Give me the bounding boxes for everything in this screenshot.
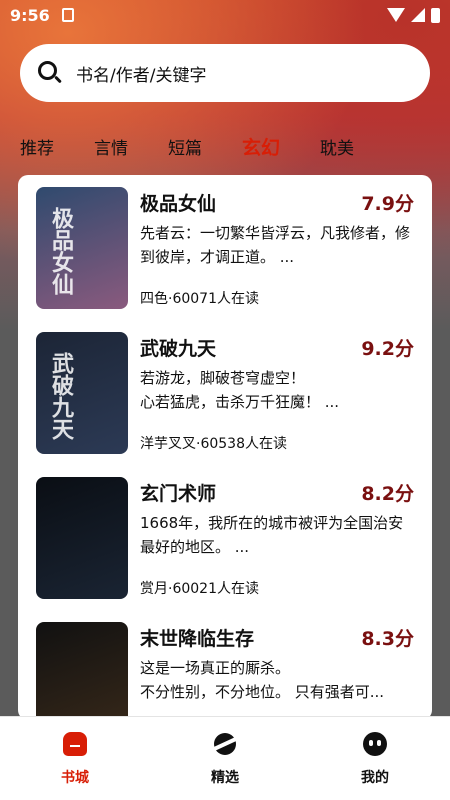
search-input[interactable]: 书名/作者/关键字 [76, 61, 206, 86]
book-item[interactable]: 末世降临生存 8.3分 这是一场真正的厮杀。 不分性别，不分地位。 只有强者可.… [18, 610, 432, 720]
nav-label: 书城 [61, 770, 89, 786]
tab-short[interactable]: 短篇 [168, 134, 202, 159]
book-title[interactable]: 武破九天 [140, 334, 216, 361]
nav-bookstore[interactable]: 书城 [0, 717, 150, 800]
book-title[interactable]: 极品女仙 [140, 189, 216, 216]
book-description: 若游龙，脚破苍穹虚空！ 心若猛虎，击杀万千狂魔！ ... [140, 369, 340, 411]
book-cover[interactable] [36, 477, 128, 599]
nav-featured[interactable]: 精选 [150, 717, 300, 800]
search-bar[interactable]: 书名/作者/关键字 [20, 44, 430, 102]
notification-icon [61, 8, 74, 22]
book-cover[interactable]: 武破九天 [36, 332, 128, 454]
planet-icon [212, 731, 238, 757]
book-title[interactable]: 末世降临生存 [140, 624, 254, 651]
status-time: 9:56 [10, 5, 50, 25]
book-meta: 洋芋叉叉·60538人在读 [140, 436, 287, 452]
book-item[interactable]: 极品女仙 极品女仙 7.9分 先者云：一切繁华皆浮云，凡我修者，修到彼岸，才调正… [18, 175, 432, 320]
status-bar: 9:56 [0, 0, 450, 30]
home-icon [62, 731, 88, 757]
book-cover[interactable] [36, 622, 128, 720]
tab-fantasy[interactable]: 玄幻 [242, 133, 280, 160]
search-icon [38, 61, 62, 85]
book-meta: 赏月·60021人在读 [140, 581, 259, 597]
nav-label: 精选 [211, 770, 239, 786]
category-tabs: 推荐 言情 短篇 玄幻 耽美 [0, 130, 450, 162]
cover-title-art: 武破九天 [48, 352, 73, 440]
book-description: 这是一场真正的厮杀。 不分性别，不分地位。 只有强者可... [140, 659, 385, 701]
bottom-navigation: 书城 精选 我的 [0, 716, 450, 800]
cellular-icon [411, 8, 425, 22]
book-meta: 四色·60071人在读 [140, 291, 259, 307]
wifi-icon [387, 8, 405, 22]
book-list: 极品女仙 极品女仙 7.9分 先者云：一切繁华皆浮云，凡我修者，修到彼岸，才调正… [18, 175, 432, 720]
tab-danmei[interactable]: 耽美 [320, 134, 354, 159]
nav-mine[interactable]: 我的 [300, 717, 450, 800]
book-description: 先者云：一切繁华皆浮云，凡我修者，修到彼岸，才调正道。 ... [140, 224, 411, 266]
book-score: 7.9分 [361, 193, 414, 215]
book-item[interactable]: 玄门术师 8.2分 1668年，我所在的城市被评为全国治安最好的地区。 ... … [18, 465, 432, 610]
tab-romance[interactable]: 言情 [94, 134, 128, 159]
book-cover[interactable]: 极品女仙 [36, 187, 128, 309]
book-score: 8.2分 [361, 483, 414, 505]
book-score: 9.2分 [361, 338, 414, 360]
profile-icon [362, 731, 388, 757]
book-title[interactable]: 玄门术师 [140, 479, 216, 506]
book-description: 1668年，我所在的城市被评为全国治安最好的地区。 ... [140, 514, 404, 556]
book-item[interactable]: 武破九天 武破九天 9.2分 若游龙，脚破苍穹虚空！ 心若猛虎，击杀万千狂魔！ … [18, 320, 432, 465]
battery-icon [431, 7, 440, 23]
nav-label: 我的 [361, 770, 389, 786]
status-indicators [387, 7, 440, 23]
tab-recommend[interactable]: 推荐 [20, 134, 54, 159]
cover-title-art: 极品女仙 [48, 207, 73, 295]
book-score: 8.3分 [361, 628, 414, 650]
